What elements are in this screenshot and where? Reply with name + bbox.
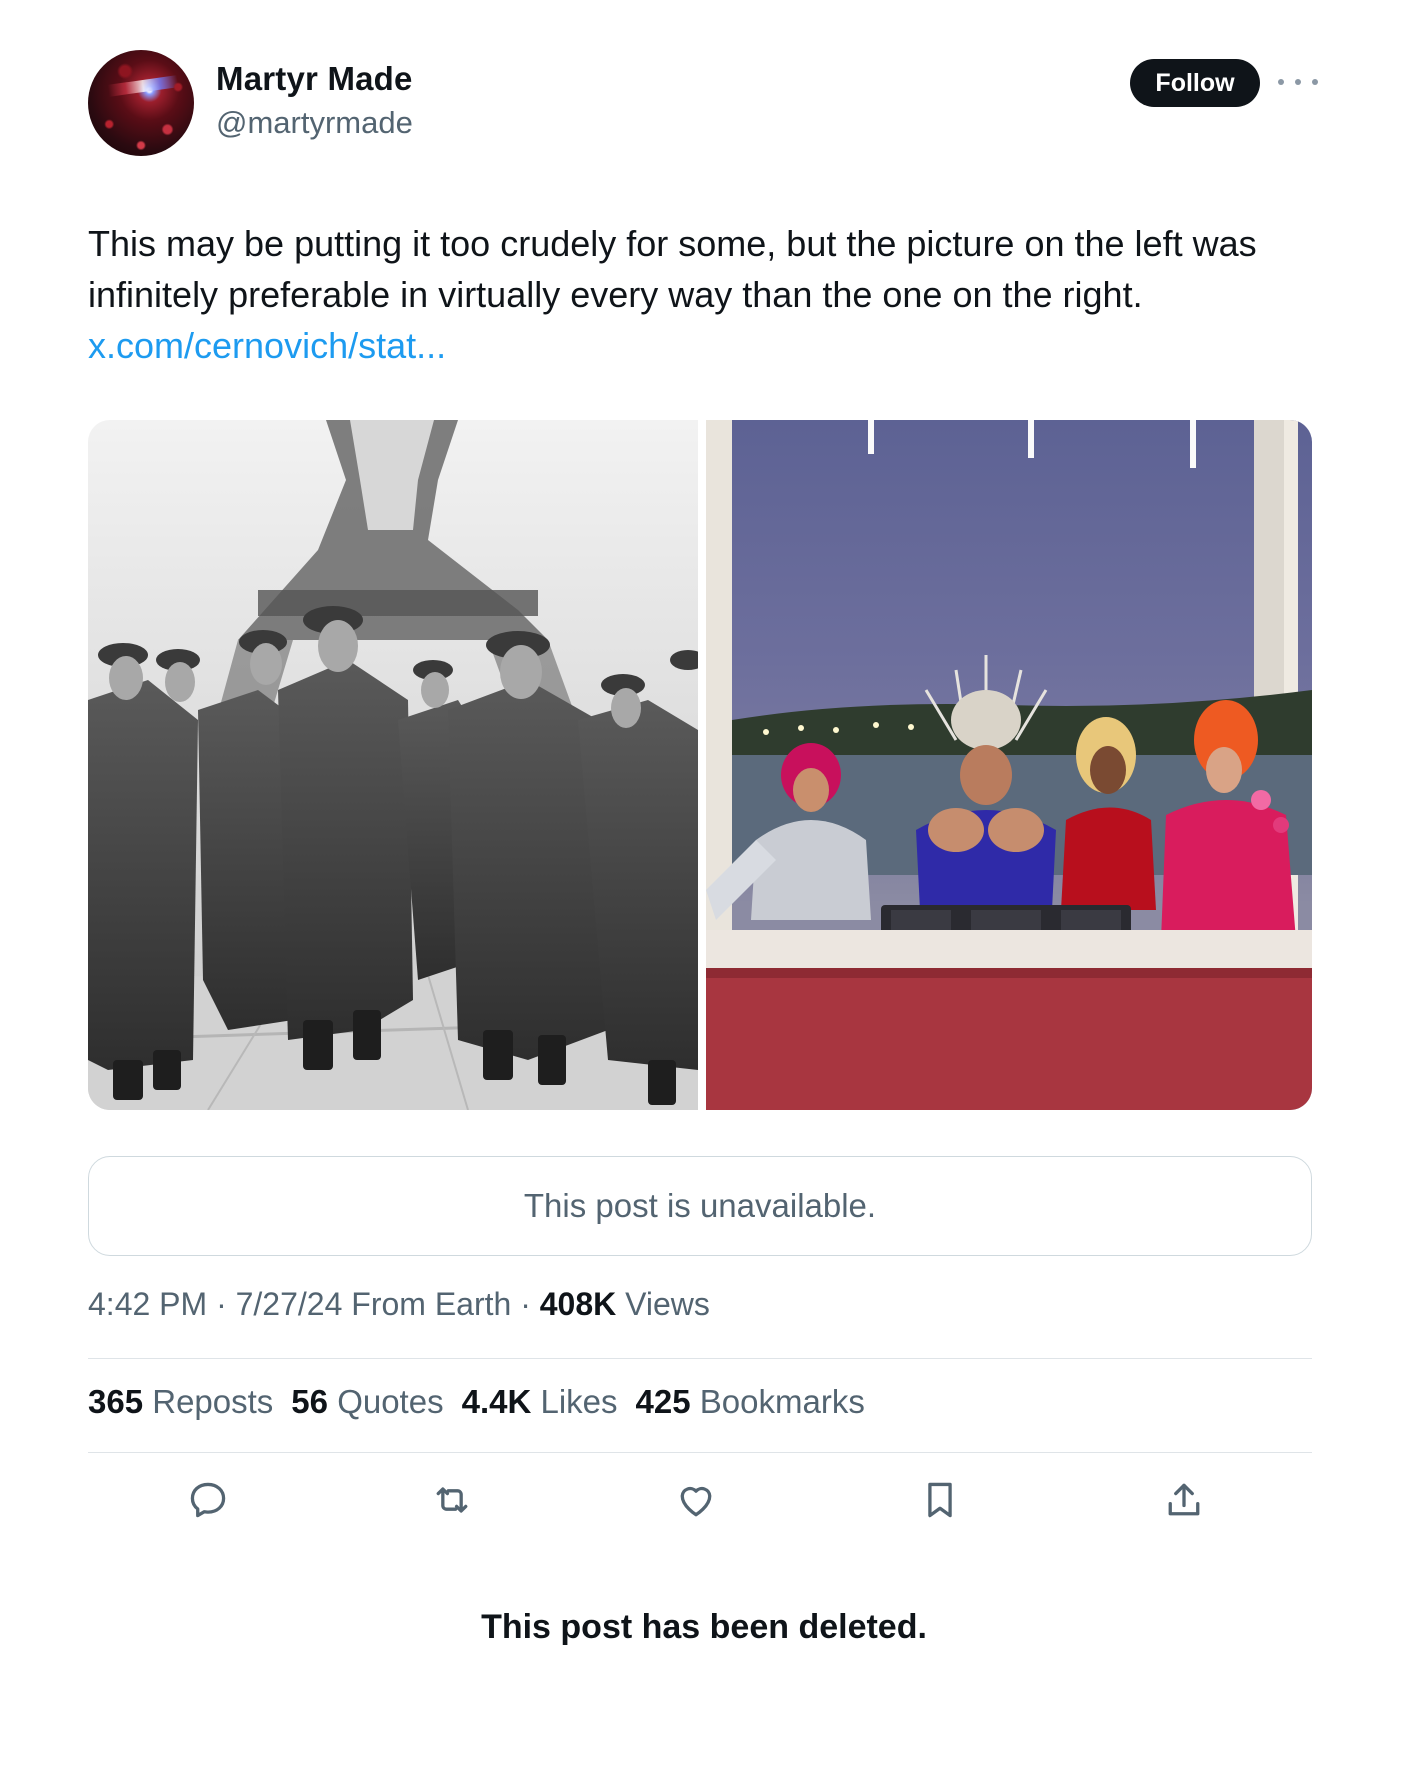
- repost-icon: [436, 1487, 468, 1513]
- engagement-counts: 365 Reposts 56 Quotes 4.4K Likes 425 Boo…: [88, 1383, 865, 1421]
- meta-separator: ·: [520, 1286, 540, 1322]
- bookmark-button[interactable]: [910, 1470, 970, 1530]
- like-icon: [680, 1486, 712, 1517]
- bookmarks-label: Bookmarks: [699, 1383, 865, 1420]
- divider-bottom: [88, 1452, 1312, 1453]
- media-grid[interactable]: [88, 420, 1312, 1110]
- photo-left-historical[interactable]: [88, 420, 698, 1110]
- likes-stat[interactable]: 4.4K Likes: [462, 1383, 618, 1421]
- media-divider: [698, 420, 706, 1110]
- action-bar: [88, 1470, 1312, 1530]
- bookmarks-count: 425: [635, 1383, 691, 1420]
- post-source: From Earth: [351, 1286, 512, 1322]
- likes-label: Likes: [540, 1383, 618, 1420]
- bookmark-icon: [928, 1482, 952, 1518]
- share-button[interactable]: [1154, 1470, 1214, 1530]
- reposts-stat[interactable]: 365 Reposts: [88, 1383, 273, 1421]
- divider-top: [88, 1358, 1312, 1359]
- views-label: Views: [625, 1286, 710, 1322]
- post-text: This may be putting it too crudely for s…: [88, 223, 1257, 315]
- photo-right-illustration: [706, 420, 1312, 1110]
- reply-icon: [190, 1482, 226, 1518]
- deleted-notice: This post has been deleted.: [481, 1608, 927, 1646]
- quotes-label: Quotes: [337, 1383, 444, 1420]
- follow-button[interactable]: Follow: [1130, 59, 1260, 107]
- repost-button[interactable]: [422, 1470, 482, 1530]
- quotes-count: 56: [291, 1383, 329, 1420]
- handle[interactable]: @martyrmade: [216, 105, 413, 141]
- post-date[interactable]: 7/27/24: [236, 1286, 343, 1322]
- share-icon: [1168, 1483, 1200, 1516]
- more-options-icon[interactable]: [1278, 72, 1318, 92]
- reply-button[interactable]: [178, 1470, 238, 1530]
- reposts-count: 365: [88, 1383, 144, 1420]
- unavailable-message: This post is unavailable.: [523, 1187, 877, 1224]
- views-count: 408K: [539, 1286, 617, 1322]
- bookmarks-stat[interactable]: 425 Bookmarks: [636, 1383, 865, 1421]
- likes-count: 4.4K: [461, 1383, 532, 1420]
- meta-separator: ·: [216, 1286, 236, 1322]
- display-name[interactable]: Martyr Made: [216, 60, 413, 98]
- photo-left-illustration: [88, 420, 698, 1110]
- avatar[interactable]: [88, 50, 194, 156]
- post-link[interactable]: x.com/cernovich/stat...: [88, 320, 446, 371]
- quoted-post-unavailable[interactable]: This post is unavailable.: [88, 1156, 1312, 1256]
- like-button[interactable]: [666, 1470, 726, 1530]
- quotes-stat[interactable]: 56 Quotes: [291, 1383, 443, 1421]
- post-time[interactable]: 4:42 PM: [88, 1286, 207, 1322]
- post-header: Martyr Made @martyrmade Follow: [88, 50, 1318, 160]
- photo-right-ceremony[interactable]: [706, 420, 1312, 1110]
- reposts-label: Reposts: [152, 1383, 274, 1420]
- post-meta: 4:42 PM · 7/27/24 From Earth · 408K View…: [88, 1286, 710, 1323]
